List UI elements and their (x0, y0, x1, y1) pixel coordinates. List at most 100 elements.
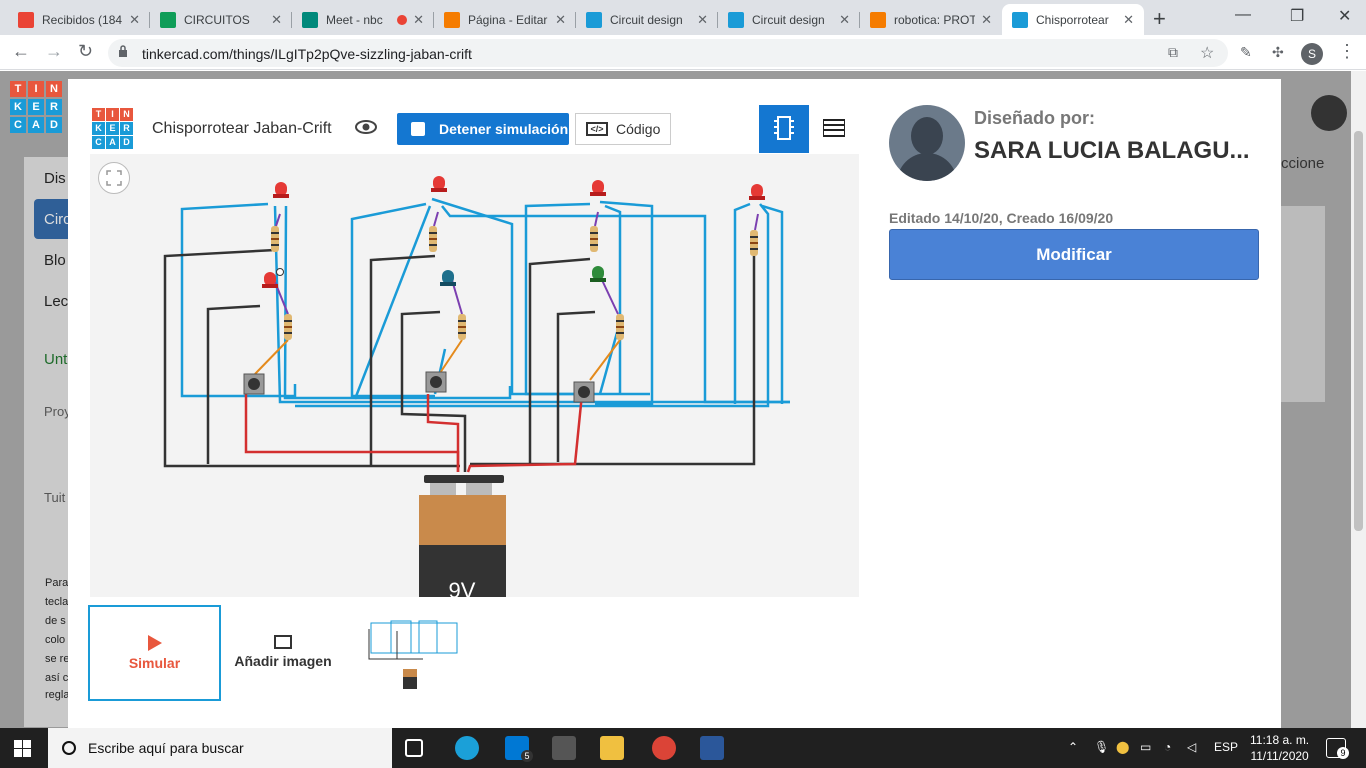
image-icon (274, 635, 292, 649)
close-tab-icon[interactable]: ✕ (1123, 12, 1134, 28)
menu-icon[interactable]: ⋮ (1338, 41, 1356, 62)
tab-circuit-design-1[interactable]: Circuit design ✕ (576, 4, 718, 35)
underlay-text: Proy (44, 404, 71, 419)
extension-icon[interactable]: ✎ (1240, 44, 1252, 61)
new-tab-button[interactable]: + (1153, 6, 1166, 32)
led-red-low (262, 268, 284, 288)
reload-icon[interactable]: ↻ (78, 41, 93, 62)
file-explorer-icon[interactable] (600, 736, 624, 760)
word-icon[interactable] (700, 736, 724, 760)
close-tab-icon[interactable]: ✕ (413, 12, 424, 28)
underlay-text: Blo (44, 252, 66, 269)
underlay-text: regla (45, 689, 70, 701)
notifications-icon[interactable]: 9 (1326, 738, 1349, 759)
edge-icon[interactable] (455, 736, 479, 760)
edit-dates: Editado 14/10/20, Creado 16/09/20 (889, 210, 1114, 226)
back-icon[interactable]: ← (12, 41, 30, 62)
black-wires (163, 248, 756, 472)
project-title: Chisporrotear Jaban-Crift (152, 120, 332, 137)
tab-meet[interactable]: Meet - nbc ✕ (292, 4, 434, 35)
tinkercad-logo-bg: TIN KER CAD (10, 81, 62, 133)
designer-name[interactable]: SARA LUCIA BALAGU... (974, 137, 1250, 165)
eye-icon[interactable] (355, 119, 377, 135)
resistors (271, 226, 758, 340)
close-window-button[interactable]: ✕ (1338, 6, 1351, 26)
code-button[interactable]: </> Código (575, 113, 671, 145)
language-indicator[interactable]: ESP (1214, 740, 1238, 754)
task-view-icon[interactable] (405, 739, 423, 757)
blogger-icon (444, 11, 460, 28)
project-modal: TIN KER CAD Chisporrotear Jaban-Crift De… (68, 79, 1281, 728)
circuit-canvas[interactable]: 9V (90, 154, 859, 597)
close-tab-icon[interactable]: ✕ (271, 12, 282, 28)
close-tab-icon[interactable]: ✕ (839, 12, 850, 28)
url-text: tinkercad.com/things/ILgITp2pQve-sizzlin… (142, 46, 472, 62)
close-tab-icon[interactable]: ✕ (697, 12, 708, 28)
led-4 (749, 184, 765, 200)
add-image-button[interactable]: Añadir imagen (229, 635, 337, 669)
stop-icon (411, 122, 425, 136)
address-bar[interactable]: tinkercad.com/things/ILgITp2pQve-sizzlin… (108, 39, 1228, 67)
tinkercad-icon (728, 11, 744, 28)
stop-simulation-button[interactable]: Detener simulación (397, 113, 569, 145)
puzzle-icon[interactable]: ✣ (1272, 44, 1284, 61)
list-view-icon[interactable] (823, 119, 845, 137)
profile-avatar[interactable]: S (1301, 43, 1323, 65)
translate-icon[interactable]: ⧉ (1168, 44, 1178, 61)
page-scrollbar[interactable] (1351, 71, 1366, 728)
windows-start-icon[interactable] (14, 740, 31, 757)
tinkercad-icon (586, 11, 602, 28)
system-clock[interactable]: 11:18 a. m. 11/11/2020 (1250, 732, 1309, 764)
underlay-text: Para (45, 577, 69, 589)
underlay-text: de s (45, 615, 66, 627)
lock-icon (119, 45, 127, 57)
volume-icon[interactable]: ◁ (1187, 740, 1196, 754)
browser-toolbar: ← → ↻ tinkercad.com/things/ILgITp2pQve-s… (0, 35, 1366, 70)
tab-blogger-edit[interactable]: Página - Editar ✕ (434, 4, 576, 35)
gmail-icon (18, 11, 34, 28)
meet-icon (302, 11, 318, 28)
store-icon[interactable] (552, 736, 576, 760)
battery-icon[interactable]: ▭ (1140, 740, 1151, 754)
tinkercad-logo[interactable]: TIN KER CAD (92, 108, 133, 149)
minimize-button[interactable]: — (1235, 6, 1251, 24)
tab-robotica[interactable]: robotica: PROT ✕ (860, 4, 1002, 35)
circuit-diagram: 9V (163, 176, 790, 597)
recording-icon (397, 14, 408, 25)
close-tab-icon[interactable]: ✕ (981, 12, 992, 28)
windows-taskbar: Escribe aquí para buscar 5 ⌃ 🎙 ⬤ ▭ ◔ ◁ E… (0, 728, 1366, 768)
designer-avatar[interactable] (889, 105, 965, 181)
underlay-text: Lec (44, 293, 69, 310)
underlay-text: Tuit (44, 490, 66, 505)
chrome-icon[interactable] (652, 736, 676, 760)
chevron-up-icon[interactable]: ⌃ (1068, 740, 1078, 754)
underlay-text: tecla (45, 596, 69, 608)
restore-button[interactable]: ❐ (1290, 6, 1304, 26)
tab-gmail[interactable]: Recibidos (184 ✕ (8, 4, 150, 35)
wifi-icon[interactable]: ◔ (1164, 740, 1171, 754)
circuit-view-button[interactable] (759, 105, 809, 153)
mail-icon[interactable]: 5 (505, 736, 533, 762)
taskbar-search[interactable]: Escribe aquí para buscar (48, 728, 392, 768)
purple-leads (274, 211, 759, 315)
scrollbar-thumb[interactable] (1354, 131, 1363, 531)
tab-circuit-design-2[interactable]: Circuit design ✕ (718, 4, 860, 35)
tinkercad-icon (1012, 11, 1028, 28)
close-tab-icon[interactable]: ✕ (129, 12, 140, 28)
bookmark-star-icon[interactable]: ☆ (1200, 43, 1214, 63)
close-tab-icon[interactable]: ✕ (555, 12, 566, 28)
forward-icon[interactable]: → (45, 41, 63, 62)
led-2 (431, 176, 447, 192)
underlay-text: ccione (1281, 155, 1325, 172)
microphone-icon[interactable]: 🎙 (1094, 740, 1109, 754)
modify-button[interactable]: Modificar (889, 229, 1259, 280)
underlay-text: se re (45, 653, 70, 665)
tab-chisporrotear[interactable]: Chisporrotear ✕ (1002, 4, 1144, 35)
circuit-preview-thumbnail[interactable] (363, 617, 463, 691)
simulate-thumbnail[interactable]: Simular (88, 605, 221, 701)
meet-tray-icon[interactable]: ⬤ (1116, 740, 1129, 754)
classroom-icon (160, 11, 176, 28)
tab-circuitos[interactable]: CIRCUITOS ✕ (150, 4, 292, 35)
led-1 (273, 182, 289, 198)
chip-icon (774, 116, 794, 140)
